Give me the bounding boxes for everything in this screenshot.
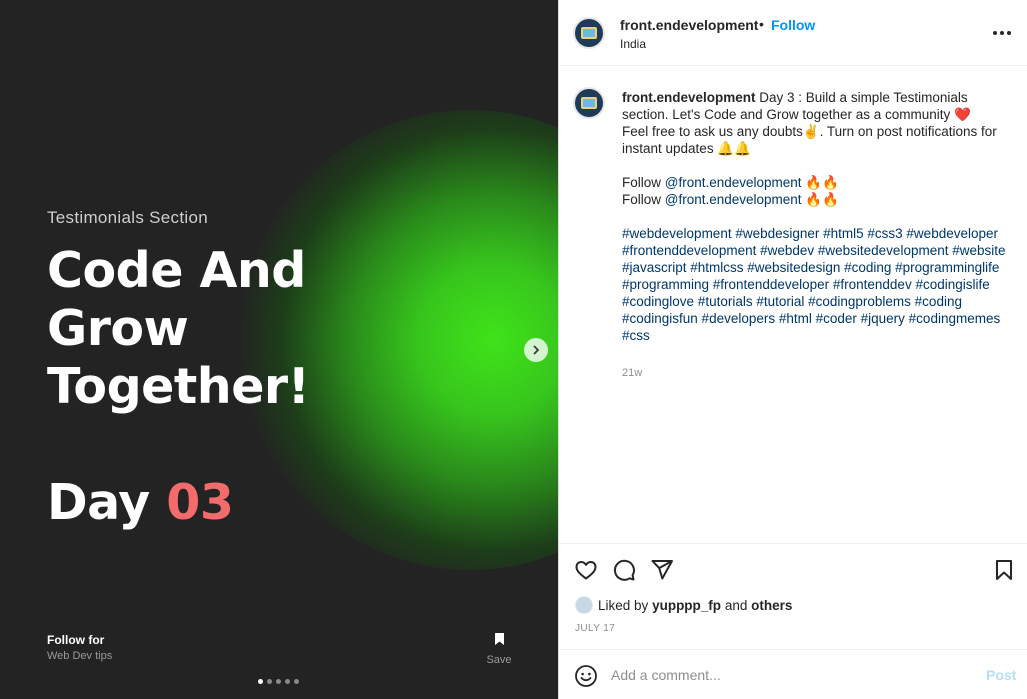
follow-button[interactable]: Follow bbox=[771, 17, 815, 33]
comment-input[interactable] bbox=[611, 664, 971, 686]
liked-and: and bbox=[724, 597, 748, 613]
post-header: front.endevelopment • Follow India bbox=[559, 0, 1027, 66]
slide-title: Code And Grow Together! bbox=[47, 242, 377, 416]
comment-bar: Post bbox=[559, 649, 1027, 699]
bookmark-icon bbox=[494, 633, 504, 645]
caption-follow-suffix: 🔥🔥 bbox=[801, 175, 839, 190]
more-dot bbox=[993, 31, 997, 35]
slide-subtitle: Testimonials Section bbox=[47, 208, 208, 227]
post-actions: Liked by yupppp_fp and others JULY 17 bbox=[559, 543, 1027, 649]
header-separator: • bbox=[759, 16, 764, 32]
carousel-dot bbox=[285, 679, 290, 684]
avatar-image bbox=[581, 97, 597, 109]
slide-day: Day 03 bbox=[47, 474, 234, 531]
post-date[interactable]: JULY 17 bbox=[575, 623, 615, 634]
follow-for-tip: Follow for Web Dev tips bbox=[47, 633, 112, 662]
slide-save: Save bbox=[486, 632, 512, 666]
post-side-panel: front.endevelopment • Follow India front… bbox=[558, 0, 1027, 699]
caption-follow-suffix: 🔥🔥 bbox=[801, 192, 839, 207]
caption-follow-line: Follow @front.endevelopment 🔥🔥 bbox=[622, 191, 1017, 208]
more-dot bbox=[1007, 31, 1011, 35]
slide-title-line: Code And bbox=[47, 242, 306, 299]
avatar[interactable] bbox=[573, 87, 605, 119]
day-label: Day bbox=[47, 474, 150, 531]
carousel-dots bbox=[258, 679, 299, 684]
follow-for-line2: Web Dev tips bbox=[47, 650, 113, 662]
header-location[interactable]: India bbox=[620, 37, 646, 51]
slide-save-label: Save bbox=[486, 654, 512, 666]
caption-text: front.endevelopment Day 3 : Build a simp… bbox=[622, 89, 1017, 382]
caption-follow-line: Follow @front.endevelopment 🔥🔥 bbox=[622, 174, 1017, 191]
more-options-button[interactable] bbox=[991, 23, 1013, 43]
post-comment-button[interactable]: Post bbox=[986, 667, 1016, 683]
carousel-dot bbox=[258, 679, 263, 684]
likes-summary: Liked by yupppp_fp and others bbox=[575, 596, 792, 614]
caption-section: front.endevelopment Day 3 : Build a simp… bbox=[559, 67, 1027, 543]
caption-line: Feel free to ask us any doubts✌️. Turn o… bbox=[622, 124, 997, 156]
comment-icon[interactable] bbox=[612, 558, 636, 582]
carousel-dot bbox=[294, 679, 299, 684]
carousel-next-button[interactable] bbox=[524, 338, 548, 362]
caption-hashtags[interactable]: #webdevelopment #webdesigner #html5 #css… bbox=[622, 225, 1017, 344]
caption-age[interactable]: 21w bbox=[622, 365, 1017, 382]
avatar[interactable] bbox=[573, 17, 605, 49]
slide-title-line: Together! bbox=[47, 358, 310, 415]
follow-for-line1: Follow for bbox=[47, 633, 105, 647]
post-viewer: Testimonials Section Code And Grow Toget… bbox=[0, 0, 1027, 699]
more-dot bbox=[1000, 31, 1004, 35]
share-icon[interactable] bbox=[650, 558, 674, 582]
carousel-dot bbox=[267, 679, 272, 684]
emoji-icon[interactable] bbox=[574, 664, 598, 688]
post-media[interactable]: Testimonials Section Code And Grow Toget… bbox=[0, 0, 558, 699]
slide-title-line: Grow bbox=[47, 300, 189, 357]
liker-avatar[interactable] bbox=[575, 596, 593, 614]
caption-follow-prefix: Follow bbox=[622, 175, 665, 190]
liked-user[interactable]: yupppp_fp bbox=[652, 598, 721, 613]
caption-username[interactable]: front.endevelopment bbox=[622, 90, 756, 105]
liked-others[interactable]: others bbox=[751, 598, 792, 613]
bookmark-icon[interactable] bbox=[992, 558, 1016, 582]
liked-prefix: Liked by bbox=[598, 597, 649, 613]
chevron-right-icon bbox=[533, 345, 539, 355]
heart-icon[interactable] bbox=[574, 558, 598, 582]
caption-mention[interactable]: @front.endevelopment bbox=[665, 175, 802, 190]
caption-mention[interactable]: @front.endevelopment bbox=[665, 192, 802, 207]
caption-follow-prefix: Follow bbox=[622, 192, 665, 207]
avatar-image bbox=[581, 27, 597, 39]
header-username[interactable]: front.endevelopment bbox=[620, 17, 758, 33]
carousel-dot bbox=[276, 679, 281, 684]
day-number: 03 bbox=[166, 474, 234, 531]
